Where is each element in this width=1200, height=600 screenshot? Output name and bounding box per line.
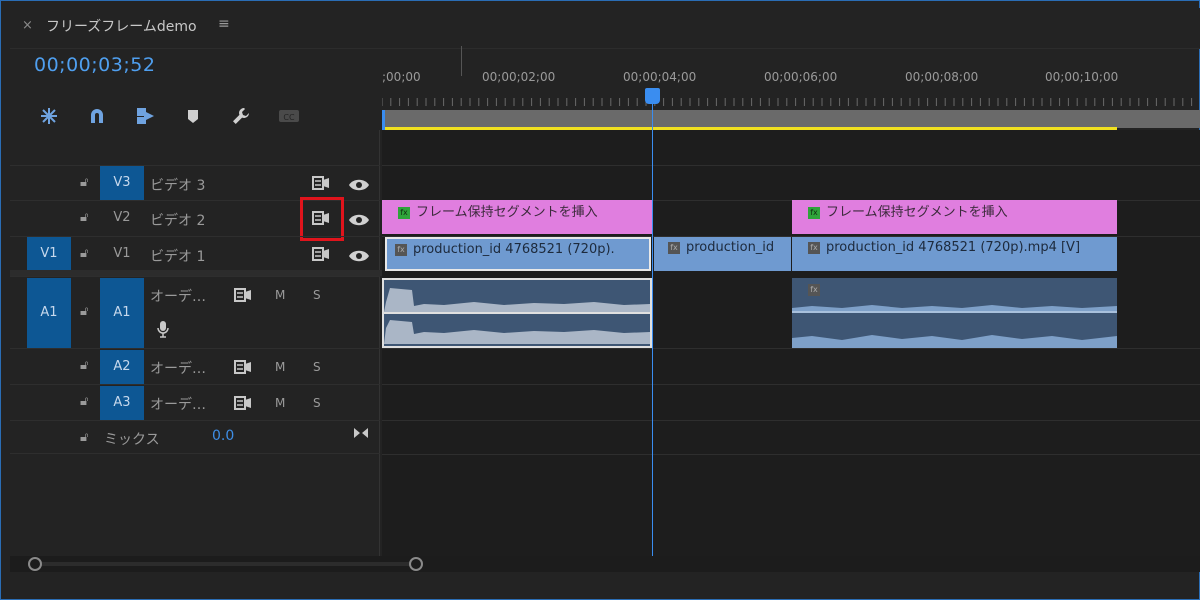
audio-waveform [384,284,650,344]
fx-badge-icon: fx [395,243,407,256]
lane-divider [382,348,1200,349]
linked-selection-icon[interactable] [132,104,158,128]
ruler-label: 00;00;08;00 [905,70,979,84]
microphone-icon[interactable] [152,320,174,338]
track-name-a2: オーデ… [150,361,206,377]
sequence-tab[interactable]: × フリーズフレームdemo ≡ [10,8,1200,49]
track-target-v3[interactable]: V3 [100,166,144,200]
track-name-a1: オーデ… [150,289,206,305]
clip-v2-frame-hold-1[interactable]: fx フレーム保持セグメントを挿入 [382,200,652,234]
sync-lock-icon[interactable] [232,394,254,412]
track-name-v3: ビデオ 3 [150,178,206,194]
sync-lock-icon[interactable] [310,245,332,263]
track-name-a3: オーデ… [150,397,206,413]
ruler-label: 00;00;04;00 [623,70,697,84]
marker-icon[interactable] [180,104,206,128]
ruler-label: 00;00;02;00 [482,70,556,84]
clip-label: フレーム保持セグメントを挿入 [416,205,598,220]
clip-v2-frame-hold-2[interactable]: fx フレーム保持セグメントを挿入 [792,200,1117,234]
work-area-bar[interactable] [382,110,1200,128]
track-area[interactable] [382,130,1200,570]
eye-icon[interactable] [348,177,370,191]
highlight-box [300,197,344,241]
mix-volume-value[interactable]: 0.0 [212,428,234,444]
lock-icon[interactable]: 🔓︎ [80,304,88,319]
captions-icon[interactable]: CC [276,104,302,128]
mix-expand-icon[interactable] [350,424,372,442]
lock-icon[interactable]: 🔓︎ [80,175,88,190]
mute-button[interactable]: M [275,288,285,302]
sync-lock-icon[interactable] [232,358,254,376]
clip-label: production_id [686,240,775,255]
clip-label: production_id 4768521 (720p).mp4 [V] [826,240,1081,255]
track-target-a3[interactable]: A3 [100,386,144,420]
playhead-line[interactable] [652,96,653,556]
lock-icon[interactable]: 🔓︎ [80,430,88,445]
fx-badge-icon: fx [398,206,410,219]
ruler-label: 00;00;10;00 [1045,70,1119,84]
clip-label: production_id 4768521 (720p). [413,242,615,257]
ruler-label: ;00;00 [382,70,421,84]
audio-waveform [792,305,1117,348]
lock-icon[interactable]: 🔓︎ [80,246,88,261]
eye-icon[interactable] [348,212,370,226]
track-target-v1[interactable]: V1 [100,237,144,271]
zoom-handle-left[interactable] [28,557,42,571]
track-target-a2[interactable]: A2 [100,350,144,384]
track-name-v2: ビデオ 2 [150,213,206,229]
lock-icon[interactable]: 🔓︎ [80,210,88,225]
in-point-marker [382,110,385,130]
mute-button[interactable]: M [275,360,285,374]
lane-divider [382,165,1200,166]
sync-lock-icon[interactable] [310,174,332,192]
sync-lock-icon[interactable] [232,286,254,304]
fx-badge-icon: fx [808,206,820,219]
clip-v1-c[interactable]: fx production_id 4768521 (720p).mp4 [V] [792,237,1117,271]
nest-icon[interactable] [36,104,62,128]
solo-button[interactable]: S [313,396,321,410]
track-header-mix [10,420,380,454]
sequence-title[interactable]: フリーズフレームdemo [46,16,197,36]
solo-button[interactable]: S [313,360,321,374]
ruler-ticks [382,98,1193,106]
snap-icon[interactable] [84,104,110,128]
track-target-a1[interactable]: A1 [100,278,144,348]
source-patch-v1[interactable]: V1 [27,237,71,271]
close-tab-button[interactable]: × [22,18,33,33]
clip-a1-right[interactable]: fx [792,278,1117,348]
ruler-label: 00;00;06;00 [764,70,838,84]
clip-a1-left[interactable]: fx [382,278,652,348]
wrench-icon[interactable] [228,104,254,128]
fx-badge-icon: fx [668,241,680,254]
lock-icon[interactable]: 🔓︎ [80,358,88,373]
lock-icon[interactable]: 🔓︎ [80,394,88,409]
fx-badge-icon: fx [808,241,820,254]
lane-divider [382,384,1200,385]
track-name-v1: ビデオ 1 [150,249,206,265]
svg-text:CC: CC [283,113,295,122]
playhead-timecode[interactable]: 00;00;03;52 [34,54,155,76]
tab-divider [10,48,1200,49]
mute-button[interactable]: M [275,396,285,410]
lane-divider [382,420,1200,421]
mix-track-name: ミックス [104,432,160,448]
eye-icon[interactable] [348,248,370,262]
source-patch-a1[interactable]: A1 [27,278,71,348]
clip-v1-a[interactable]: fx production_id 4768521 (720p). [385,237,651,271]
track-target-v2[interactable]: V2 [100,201,144,235]
clip-label: フレーム保持セグメントを挿入 [826,205,1008,220]
ruler-marker-line [461,46,462,76]
zoom-scroll-track[interactable] [36,562,414,566]
fx-badge-icon: fx [808,284,820,296]
panel-menu-icon[interactable]: ≡ [218,16,230,32]
solo-button[interactable]: S [313,288,321,302]
lane-divider [382,454,1200,455]
clip-v1-b[interactable]: fx production_id [654,237,791,271]
zoom-handle-right[interactable] [409,557,423,571]
